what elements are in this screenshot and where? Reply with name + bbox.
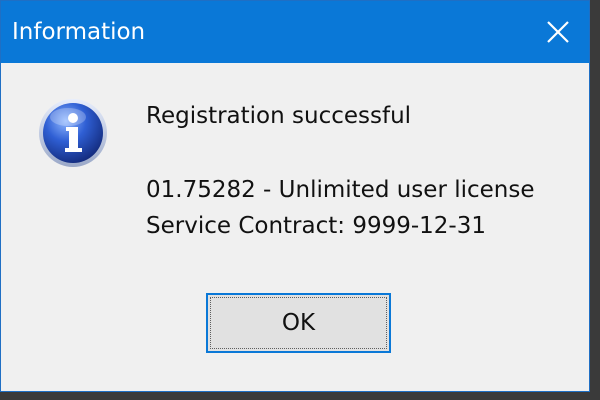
dialog-body: Registration successful 01.75282 - Unlim…: [1, 63, 589, 391]
close-icon: [547, 21, 569, 43]
service-contract-text: Service Contract: 9999-12-31: [146, 213, 486, 239]
window-title: Information: [12, 19, 146, 45]
title-bar[interactable]: Information: [1, 1, 589, 63]
info-icon: [39, 99, 107, 167]
close-button[interactable]: [527, 1, 589, 63]
license-text: 01.75282 - Unlimited user license: [146, 177, 535, 203]
ok-button-label: OK: [281, 310, 316, 336]
ok-button[interactable]: OK: [206, 293, 391, 353]
dialog-window: Information Registration successful 01.7…: [0, 0, 590, 392]
message-title: Registration successful: [146, 103, 412, 129]
